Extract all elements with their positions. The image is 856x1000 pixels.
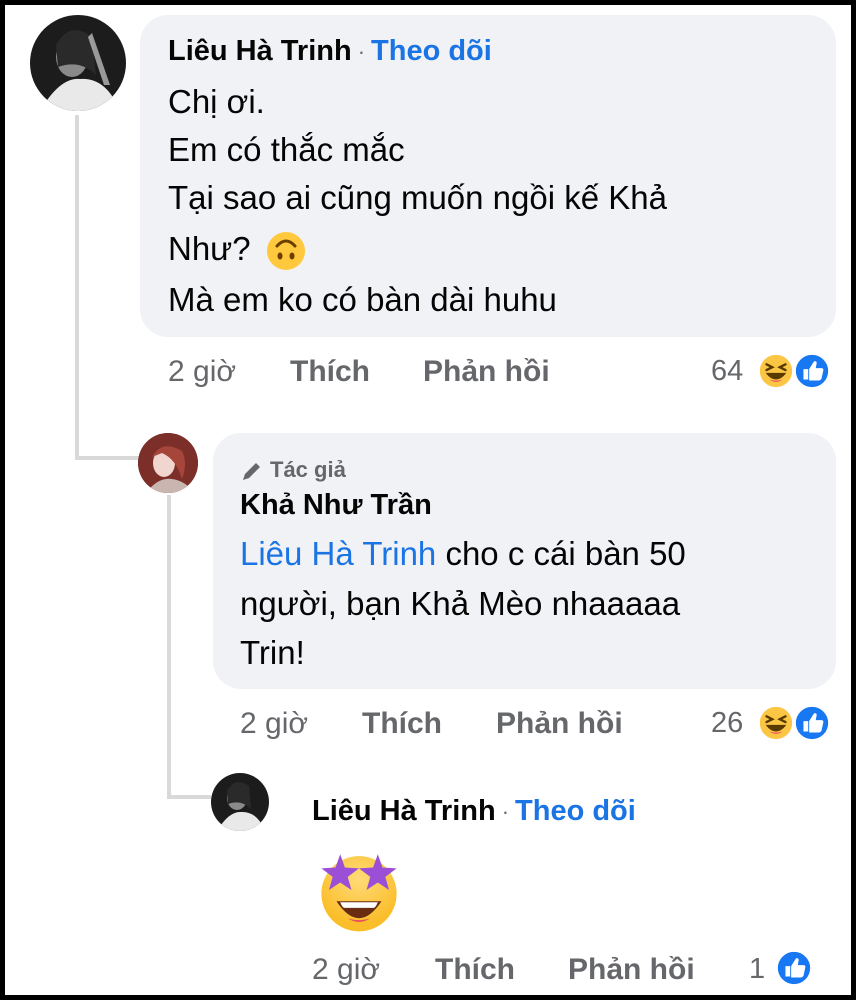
like-button[interactable]: Thích (290, 355, 370, 389)
author-name[interactable]: Liêu Hà Trinh (168, 35, 352, 67)
reaction-count[interactable]: 26 (711, 707, 743, 740)
reply-label: Phản hồi (568, 953, 695, 986)
upside-down-face-emoji-icon (266, 231, 306, 271)
follow-button[interactable]: Theo dõi (515, 795, 636, 827)
pencil-icon (240, 459, 264, 483)
author-name[interactable]: Khả Như Trần (240, 489, 432, 522)
author-badge: Tác giả (240, 457, 346, 483)
comment-text-line: Liêu Hà Trinh cho c cái bàn 50 (240, 535, 686, 573)
author-badge-label: Tác giả (270, 457, 346, 482)
comment-text-line: Như? (168, 230, 306, 271)
reaction-count[interactable]: 1 (749, 953, 765, 986)
timestamp[interactable]: 2 giờ (312, 953, 380, 987)
comment-text-segment: Như? (168, 230, 251, 267)
haha-icon[interactable] (757, 704, 795, 742)
comment-text-line: người, bạn Khả Mèo nhaaaaa (240, 585, 681, 622)
reaction-count[interactable]: 64 (711, 355, 743, 388)
haha-icon[interactable] (757, 352, 795, 390)
comment-text-line: Em có thắc mắc (168, 131, 405, 168)
avatar[interactable] (211, 773, 269, 831)
like-icon[interactable] (793, 704, 831, 742)
comment-text-line: Mà em ko có bàn dài huhu (168, 281, 557, 318)
reply-button[interactable]: Phản hồi (496, 707, 623, 741)
reply-button[interactable]: Phản hồi (423, 355, 550, 389)
avatar-photo (30, 15, 126, 111)
comment-text-line: Tại sao ai cũng muốn ngồi kế Khả (168, 179, 667, 216)
like-button[interactable]: Thích (362, 707, 442, 741)
thread-line (75, 115, 79, 460)
thread-line (79, 456, 143, 460)
like-button[interactable]: Thích (435, 953, 515, 987)
comment-author-line: Liêu Hà Trinh · Theo dõi (168, 35, 492, 68)
comment-author-line: Liêu Hà Trinh · Theo dõi (312, 795, 636, 828)
like-icon[interactable] (793, 352, 831, 390)
avatar[interactable] (30, 15, 126, 111)
comment-actions: 2 giờ (168, 355, 236, 389)
comment-text-line: Chị ơi. (168, 83, 265, 120)
star-struck-emoji (321, 854, 397, 932)
comment-text-segment: cho c cái bàn 50 (436, 535, 686, 572)
like-label: Thích (435, 953, 515, 986)
separator-dot: · (501, 799, 510, 825)
thread-line (167, 495, 171, 799)
reply-label: Phản hồi (423, 355, 550, 388)
reply-button[interactable]: Phản hồi (568, 953, 695, 987)
avatar[interactable] (138, 433, 198, 493)
like-label: Thích (290, 355, 370, 388)
timestamp[interactable]: 2 giờ (240, 707, 308, 741)
reply-label: Phản hồi (496, 707, 623, 740)
like-label: Thích (362, 707, 442, 740)
comment-thread: Liêu Hà Trinh · Theo dõi Chị ơi. Em có thắ… (5, 5, 851, 995)
like-icon[interactable] (775, 949, 813, 987)
follow-button[interactable]: Theo dõi (371, 35, 492, 67)
comment-text-line: Trin! (240, 634, 305, 671)
avatar-photo (138, 433, 198, 493)
author-name[interactable]: Liêu Hà Trinh (312, 795, 496, 827)
thread-line (171, 795, 211, 799)
mention-link[interactable]: Liêu Hà Trinh (240, 535, 436, 572)
timestamp[interactable]: 2 giờ (168, 355, 236, 388)
separator-dot: · (357, 39, 366, 65)
avatar-photo (211, 773, 269, 831)
